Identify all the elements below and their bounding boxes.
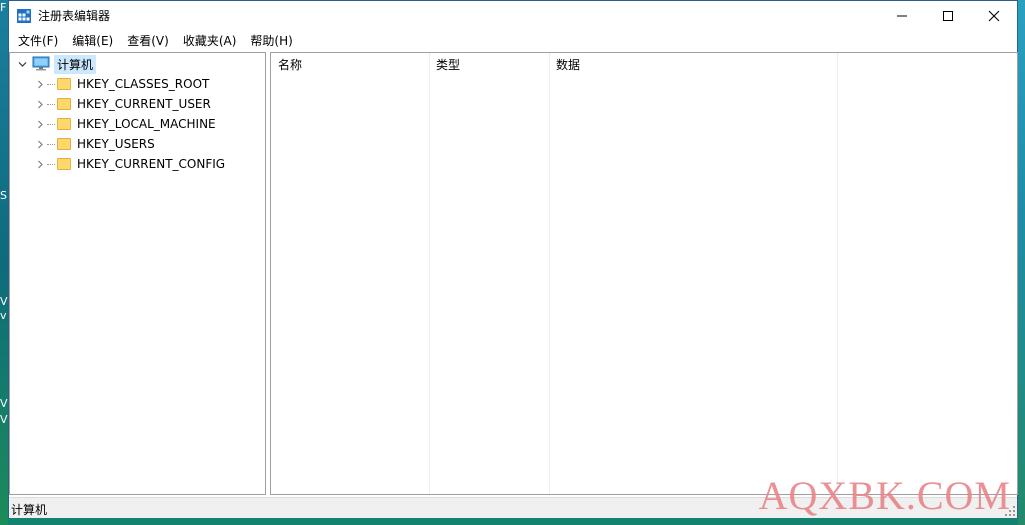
registry-editor-window: 注册表编辑器 文件(F) 编辑(E) 查看(V) 收藏夹(A) 帮助(H) 计算… [8, 0, 1018, 518]
menu-edit[interactable]: 编辑(E) [65, 31, 120, 51]
tree-item-hklm[interactable]: HKEY_LOCAL_MACHINE [36, 114, 216, 134]
chevron-right-icon[interactable] [36, 140, 45, 149]
tree-connector [47, 143, 55, 145]
menu-view[interactable]: 查看(V) [120, 31, 176, 51]
desktop-glyph: V [0, 398, 8, 410]
tree-connector [47, 83, 55, 85]
chevron-right-icon[interactable] [36, 160, 45, 169]
key-tree-pane[interactable]: 计算机 HKEY_CLASSES_ROOT HKEY_CURRENT_USER … [9, 52, 266, 495]
minimize-icon [897, 15, 907, 17]
tree-connector [47, 123, 55, 125]
desktop-glyph: S [0, 190, 7, 202]
tree-connector [47, 103, 55, 105]
column-separator[interactable] [837, 53, 838, 494]
maximize-button[interactable] [925, 1, 971, 31]
tree-item-label: HKEY_CLASSES_ROOT [77, 77, 210, 91]
chevron-right-icon[interactable] [36, 80, 45, 89]
menu-file[interactable]: 文件(F) [11, 31, 65, 51]
folder-icon [57, 158, 71, 170]
close-icon [988, 10, 1000, 22]
column-separator[interactable] [429, 53, 430, 494]
column-header-data[interactable]: 数据 [549, 53, 837, 75]
tree-item-label: HKEY_CURRENT_CONFIG [77, 157, 226, 171]
tree-item-hkcu[interactable]: HKEY_CURRENT_USER [36, 94, 211, 114]
menu-help[interactable]: 帮助(H) [243, 31, 299, 51]
tree-connector [47, 163, 55, 165]
tree-item-label: HKEY_USERS [77, 137, 155, 151]
registry-editor-icon [17, 9, 31, 23]
folder-icon [57, 78, 71, 90]
maximize-icon [943, 11, 953, 21]
chevron-right-icon[interactable] [36, 120, 45, 129]
chevron-down-icon[interactable] [18, 60, 27, 69]
chevron-right-icon[interactable] [36, 100, 45, 109]
menu-bar: 文件(F) 编辑(E) 查看(V) 收藏夹(A) 帮助(H) [9, 31, 1017, 51]
tree-item-hkcc[interactable]: HKEY_CURRENT_CONFIG [36, 154, 225, 174]
folder-icon [57, 98, 71, 110]
desktop-glyph: V [0, 414, 8, 426]
close-button[interactable] [971, 1, 1017, 31]
folder-icon [57, 118, 71, 130]
tree-item-computer[interactable]: 计算机 [18, 54, 97, 74]
watermark-text: AQXBK.COM [758, 473, 1011, 518]
tree-item-label: 计算机 [54, 54, 97, 74]
column-separator[interactable] [549, 53, 550, 494]
computer-icon [32, 56, 50, 71]
tree-item-label: HKEY_CURRENT_USER [77, 97, 211, 111]
desktop-glyph: F [0, 2, 7, 14]
desktop-right-edge [1018, 0, 1025, 525]
minimize-button[interactable] [879, 1, 925, 31]
tree-item-label: HKEY_LOCAL_MACHINE [77, 117, 216, 131]
window-title: 注册表编辑器 [38, 9, 111, 23]
folder-icon [57, 138, 71, 150]
desktop-glyph: v [0, 310, 7, 322]
tree-item-hkcr[interactable]: HKEY_CLASSES_ROOT [36, 74, 209, 94]
tree-item-hku[interactable]: HKEY_USERS [36, 134, 155, 154]
values-list-pane[interactable]: 名称 类型 数据 [270, 52, 1018, 495]
desktop-left-edge [0, 0, 8, 525]
desktop-glyph: V [0, 296, 8, 308]
column-header-name[interactable]: 名称 [271, 53, 429, 75]
column-header-type[interactable]: 类型 [429, 53, 549, 75]
status-path: 计算机 [11, 503, 48, 517]
title-bar[interactable]: 注册表编辑器 [9, 1, 1017, 31]
menu-favorites[interactable]: 收藏夹(A) [176, 31, 244, 51]
